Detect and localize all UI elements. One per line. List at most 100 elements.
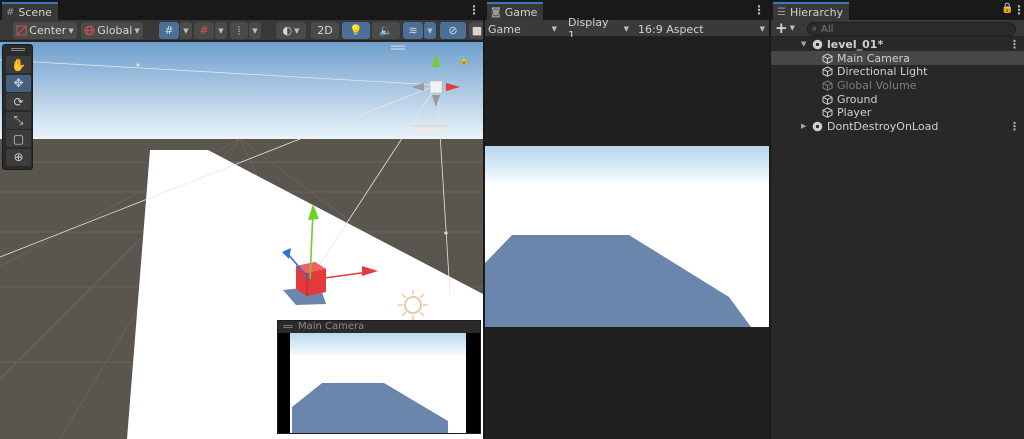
list-icon: ☰ [777, 6, 786, 18]
plus-icon: + [775, 19, 788, 37]
gameobject-cube-icon [822, 94, 833, 105]
expand-arrow-right-icon[interactable]: ▶ [801, 122, 806, 130]
search-icon: ⌕ [812, 24, 818, 34]
effects-toggle[interactable]: ≋ [403, 22, 423, 39]
scene-visibility-toggle[interactable]: ⊘ [440, 22, 466, 39]
space-dropdown[interactable]: Global ▼ [81, 22, 143, 39]
hierarchy-item[interactable]: Main Camera [771, 51, 1024, 65]
gameobject-cube-icon [822, 52, 833, 64]
game-toolbar: Game ▼ Display 1 ▼ 16:9 Aspect ▼ [485, 16, 769, 42]
camera-settings-button[interactable]: ■ [469, 22, 483, 39]
draw-mode-dropdown[interactable]: ◐ ▼ [276, 22, 306, 39]
hierarchy-item-label: Main Camera [837, 51, 910, 65]
scene-root-row[interactable]: ▼ level_01* ⋮ [771, 37, 1024, 51]
hierarchy-search-input[interactable]: ⌕ All [807, 22, 1016, 36]
chevron-down-icon: ▼ [759, 25, 765, 33]
hierarchy-menu-icon[interactable]: ⋮ [1013, 3, 1024, 17]
camera-preview-render [278, 333, 480, 433]
lightbulb-icon: 💡 [349, 24, 363, 37]
scene-tab-icon: # [6, 6, 15, 18]
frustum-handle[interactable] [136, 63, 140, 67]
game-view-mode-label: Game [488, 22, 521, 36]
ruler-icon: ⦙ [237, 23, 241, 37]
audio-toggle[interactable]: 🔈 [372, 22, 400, 39]
expand-arrow-down-icon[interactable]: ▼ [801, 40, 806, 48]
chevron-down-icon: ▼ [252, 26, 258, 35]
view-center-cube[interactable] [429, 80, 443, 94]
snap-increment-button[interactable]: # [194, 22, 214, 39]
dont-destroy-row[interactable]: ▶ DontDestroyOnLoad ⋮ [771, 119, 1024, 133]
scene-menu-icon[interactable]: ⋮ [468, 3, 480, 17]
unity-scene-icon [812, 39, 823, 49]
gameobject-cube-icon [822, 80, 833, 91]
mode-2d-label: 2D [317, 24, 333, 37]
grid-snapping-dropdown[interactable]: ▼ [180, 22, 192, 39]
hierarchy-item[interactable]: Player [771, 106, 1024, 120]
chevron-down-icon: ▼ [427, 26, 433, 35]
chevron-down-icon: ▼ [294, 26, 300, 35]
layers-icon: ≋ [408, 24, 418, 37]
tab-scene[interactable]: # Scene [2, 2, 58, 20]
camera-preview-overlay[interactable]: Main Camera [277, 320, 481, 434]
gameobject-cube-icon [822, 66, 833, 78]
snap-increment-dropdown[interactable]: ▼ [215, 22, 227, 39]
chevron-down-icon: ▼ [623, 25, 629, 33]
scene-sky [0, 42, 483, 139]
scale-tool[interactable]: ⤡ [6, 111, 31, 129]
game-viewport[interactable] [485, 37, 769, 439]
game-tab-label: Game [504, 5, 538, 19]
incremental-snap-button[interactable]: ⦙ [230, 22, 248, 39]
move-icon: ✥ [13, 76, 24, 90]
hierarchy-tabbar: ☰ Hierarchy 🔒 ⋮ [771, 0, 1024, 20]
game-sky [485, 146, 769, 182]
hierarchy-item[interactable]: Directional Light [771, 65, 1024, 79]
unity-scene-icon [812, 121, 823, 131]
eye-slash-icon: ⊘ [448, 24, 458, 37]
scale-icon: ⤡ [13, 112, 24, 127]
rect-tool[interactable]: ▢ [6, 130, 31, 147]
rotate-tool[interactable]: ⟳ [6, 93, 31, 110]
tab-game[interactable]: ◙ Game [487, 2, 544, 20]
mode-2d-button[interactable]: 2D [311, 22, 339, 39]
lock-icon[interactable]: 🔒 [459, 56, 469, 65]
game-view-mode-dropdown[interactable]: Game ▼ [485, 21, 561, 37]
grid-snapping-button[interactable]: # [159, 22, 179, 39]
hand-tool[interactable]: ✋ [6, 56, 31, 73]
aspect-dropdown[interactable]: 16:9 Aspect ▼ [635, 21, 769, 37]
chevron-down-icon: ▼ [134, 26, 140, 35]
globe-icon [84, 25, 95, 36]
add-object-button[interactable]: + ▼ [775, 19, 801, 37]
tool-palette-grip[interactable] [11, 48, 25, 51]
move-tool[interactable]: ✥ [6, 74, 31, 92]
lock-icon[interactable]: 🔒 [1001, 3, 1013, 14]
gameobject-cube-icon [822, 107, 833, 119]
chevron-down-icon: ▼ [789, 24, 795, 32]
rect-icon: ▢ [12, 131, 25, 146]
display-dropdown[interactable]: Display 1 ▼ [565, 16, 633, 42]
scene-row-menu-icon[interactable]: ⋮ [1009, 38, 1020, 51]
pivot-icon [16, 25, 27, 36]
rotate-icon: ⟳ [13, 94, 24, 109]
effects-dropdown[interactable]: ▼ [424, 22, 436, 39]
game-menu-icon[interactable]: ⋮ [753, 3, 765, 17]
chevron-down-icon: ▼ [218, 26, 224, 35]
scene-tabbar: # Scene ⋮ [0, 0, 483, 20]
camera-preview-title: Main Camera [298, 321, 365, 332]
hierarchy-item-label: Directional Light [837, 65, 928, 79]
hierarchy-item-label: Global Volume [837, 78, 917, 92]
transform-tool[interactable]: ⊕ [6, 148, 31, 166]
snap-increment-icon: # [199, 24, 209, 37]
incremental-snap-dropdown[interactable]: ▼ [249, 22, 261, 39]
audio-icon: 🔈 [379, 24, 393, 37]
scene-name-label: level_01* [827, 37, 884, 51]
tab-hierarchy[interactable]: ☰ Hierarchy [773, 2, 850, 20]
dont-destroy-menu-icon[interactable]: ⋮ [1009, 120, 1020, 133]
hand-icon: ✋ [11, 57, 26, 72]
pivot-dropdown[interactable]: Center ▼ [13, 22, 77, 39]
pivot-label: Center [29, 24, 67, 37]
hierarchy-item[interactable]: Global Volume [771, 78, 1024, 92]
lighting-toggle[interactable]: 💡 [342, 22, 370, 39]
frustum-handle[interactable] [444, 231, 448, 235]
hierarchy-item-label: Ground [837, 92, 878, 106]
hierarchy-item[interactable]: Ground [771, 92, 1024, 106]
